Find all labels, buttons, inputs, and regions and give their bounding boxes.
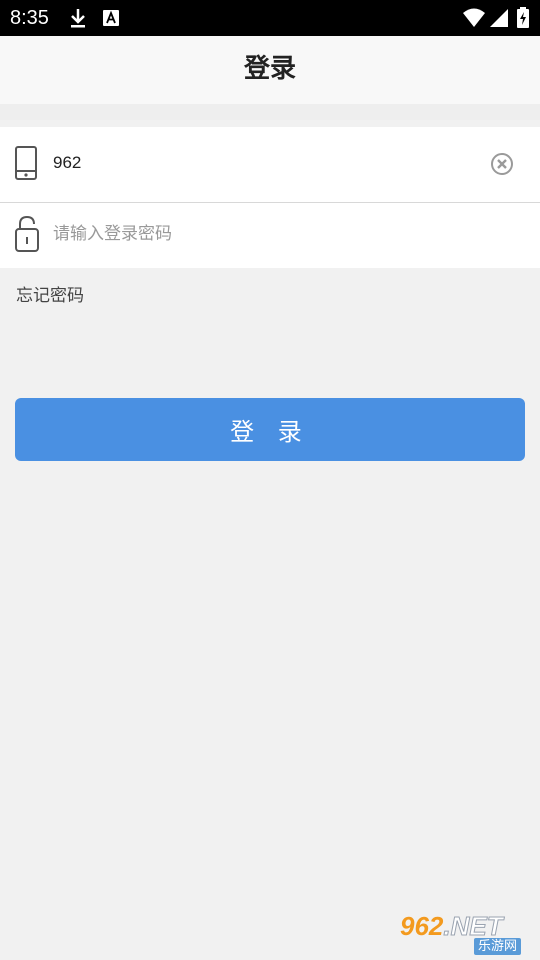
header-divider <box>0 104 540 120</box>
phone-field[interactable]: 962 <box>53 151 81 175</box>
password-row[interactable] <box>0 203 540 268</box>
phone-row[interactable]: 962 <box>0 127 540 197</box>
download-icon <box>71 9 85 28</box>
status-time: 8:35 <box>10 7 49 29</box>
wifi-icon <box>463 8 485 27</box>
login-button[interactable]: 登 录 <box>15 398 525 461</box>
unlock-icon <box>15 215 39 252</box>
battery-charging-icon <box>517 7 529 28</box>
forgot-password-link[interactable]: 忘记密码 <box>16 284 84 308</box>
watermark-number: 962 <box>400 911 444 941</box>
page-title: 登录 <box>243 54 296 84</box>
clear-icon[interactable] <box>491 153 513 175</box>
watermark-logo: 962.NET 乐游网 <box>400 912 534 956</box>
status-bar: 8:35 <box>0 0 540 36</box>
watermark-sub: 乐游网 <box>474 938 522 955</box>
app-header: 登录 <box>0 36 540 104</box>
phone-icon <box>15 146 37 180</box>
watermark-net: .NET <box>443 911 503 941</box>
login-form: 962 <box>0 127 540 268</box>
password-input[interactable] <box>53 219 493 249</box>
signal-icon <box>490 9 508 27</box>
font-a-icon <box>103 10 119 26</box>
